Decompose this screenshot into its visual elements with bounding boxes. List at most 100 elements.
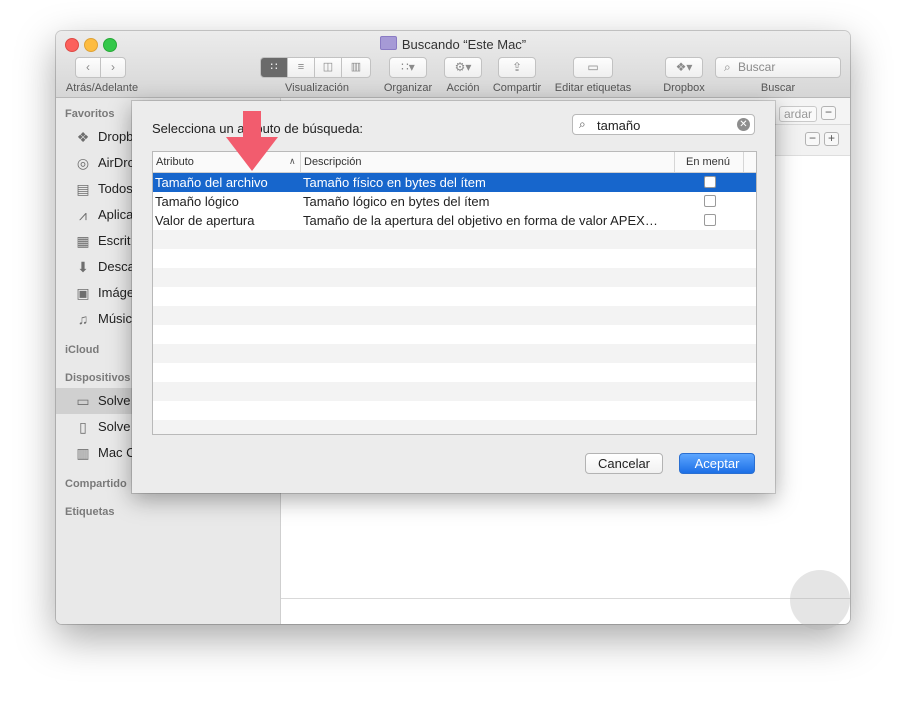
attribute-cell: Valor de apertura — [155, 213, 255, 228]
window-title-text: Buscando “Este Mac” — [401, 37, 527, 52]
empty-row — [153, 363, 756, 382]
airdrop-icon: ◎ — [76, 155, 90, 171]
toolbar-search-field[interactable]: ⌕ Buscar — [715, 57, 841, 78]
cancel-button[interactable]: Cancelar — [585, 453, 663, 474]
empty-row — [153, 420, 756, 434]
description-cell: Tamaño de la apertura del objetivo en fo… — [303, 213, 658, 228]
sidebar-item-label: Escrit — [98, 233, 131, 248]
dropbox-label: Dropbox — [663, 82, 705, 94]
back-forward-label: Atrás/Adelante — [65, 82, 139, 94]
sidebar-item-label: Dropb — [98, 129, 134, 144]
list-icon: ≡ — [297, 61, 305, 73]
gear-icon: ⚙▾ — [454, 60, 472, 74]
all-files-icon: ▤ — [76, 181, 90, 197]
sidebar-item-label: Mac C — [98, 445, 136, 460]
sidebar-item-label: AirDro — [98, 155, 135, 170]
gallery-view-button[interactable]: ▥ — [341, 57, 371, 78]
toolbar-search-placeholder: Buscar — [738, 60, 776, 74]
accept-button[interactable]: Aceptar — [679, 453, 755, 474]
attribute-cell: Tamaño lógico — [155, 194, 239, 209]
action-label: Acción — [446, 82, 480, 94]
empty-row — [153, 287, 756, 306]
empty-row — [153, 382, 756, 401]
music-icon: ♫ — [77, 311, 89, 327]
column-header-description[interactable]: Descripción — [304, 156, 361, 168]
forward-button[interactable]: › — [100, 57, 126, 78]
description-cell: Tamaño lógico en bytes del ítem — [303, 194, 490, 209]
add-rule-button[interactable]: + — [824, 132, 839, 146]
tags-heading: Etiquetas — [65, 506, 115, 518]
empty-row — [153, 230, 756, 249]
sidebar-item-label: Todos — [98, 181, 133, 196]
empty-row — [153, 344, 756, 363]
sort-ascending-icon: ∧ — [289, 156, 296, 166]
tag-icon: ▭ — [587, 60, 599, 74]
table-row[interactable]: Tamaño lógico Tamaño lógico en bytes del… — [153, 192, 756, 211]
column-header-in-menu[interactable]: En menú — [686, 156, 730, 168]
attribute-table: Atributo ∧ Descripción En menú Tamaño de… — [152, 151, 757, 435]
table-row[interactable]: Tamaño del archivo Tamaño físico en byte… — [153, 173, 756, 192]
in-menu-checkbox[interactable] — [704, 176, 716, 188]
attribute-search-field[interactable]: ⌕ tamaño ✕ — [572, 114, 755, 135]
action-button[interactable]: ⚙▾ — [444, 57, 482, 78]
camera-icon: ▣ — [76, 285, 90, 301]
view-label: Visualización — [284, 82, 349, 94]
remove-rule-button[interactable]: − — [805, 132, 820, 146]
downloads-icon: ⬇ — [77, 259, 89, 275]
table-row[interactable]: Valor de apertura Tamaño de la apertura … — [153, 211, 756, 230]
sidebar-item-label: Imáge — [98, 285, 135, 300]
dropbox-button[interactable]: ❖▾ — [665, 57, 703, 78]
icloud-heading: iCloud — [65, 344, 100, 356]
empty-row — [153, 306, 756, 325]
list-view-button[interactable]: ≡ — [287, 57, 315, 78]
empty-row — [153, 401, 756, 420]
edit-tags-button[interactable]: ▭ — [573, 57, 613, 78]
sidebar-item-label: Solve — [98, 393, 131, 408]
share-icon: ⇪ — [511, 60, 523, 74]
column-header-attribute[interactable]: Atributo — [156, 156, 194, 168]
column-view-button[interactable]: ◫ — [314, 57, 342, 78]
desktop-icon: ▦ — [76, 233, 90, 249]
icon-view-button[interactable]: ∷ — [260, 57, 288, 78]
back-button[interactable]: ‹ — [75, 57, 101, 78]
grid-icon: ∷ — [270, 61, 278, 73]
save-search-button[interactable]: ardar — [779, 106, 818, 122]
title-bar: Buscando “Este Mac” ‹ › Atrás/Adelante ∷… — [56, 31, 850, 98]
applications-icon: ⩘ — [79, 207, 87, 223]
annotation-arrow-icon — [226, 111, 278, 171]
watermark-logo — [790, 570, 850, 630]
coverflow-icon: ▥ — [350, 61, 362, 73]
dropbox-icon: ❖▾ — [675, 60, 693, 74]
sidebar-item-label: Aplica — [98, 207, 134, 222]
arrange-button[interactable]: ∷▾ — [389, 57, 427, 78]
shared-heading: Compartido — [65, 478, 127, 490]
favorites-heading: Favoritos — [65, 108, 115, 120]
column-divider — [674, 152, 675, 172]
window-title: Buscando “Este Mac” — [56, 36, 850, 52]
devices-heading: Dispositivos — [65, 372, 131, 384]
sidebar-item-label: Solve — [98, 419, 131, 434]
clear-search-icon[interactable]: ✕ — [737, 118, 750, 131]
empty-row — [153, 268, 756, 287]
empty-row — [153, 325, 756, 344]
description-cell: Tamaño físico en bytes del ítem — [303, 175, 486, 190]
laptop-icon: ▭ — [76, 393, 90, 409]
share-button[interactable]: ⇪ — [498, 57, 536, 78]
attribute-cell: Tamaño del archivo — [155, 175, 268, 190]
sidebar-item-label: Músic — [98, 311, 132, 326]
share-label: Compartir — [492, 82, 542, 94]
column-divider — [743, 152, 744, 172]
sidebar-item-label: Desca — [98, 259, 135, 274]
in-menu-checkbox[interactable] — [704, 195, 716, 207]
attribute-search-value: tamaño — [597, 118, 641, 133]
remove-criteria-button[interactable]: − — [821, 106, 836, 120]
in-menu-checkbox[interactable] — [704, 214, 716, 226]
search-label: Buscar — [760, 82, 796, 94]
dropbox-icon: ❖ — [76, 129, 90, 145]
path-bar-divider — [281, 598, 850, 599]
arrange-icon: ∷▾ — [401, 60, 415, 74]
drive-icon: ▥ — [76, 445, 90, 461]
column-divider — [300, 152, 301, 172]
disk-icon: ▯ — [79, 419, 87, 435]
chevron-right-icon: › — [111, 60, 115, 74]
